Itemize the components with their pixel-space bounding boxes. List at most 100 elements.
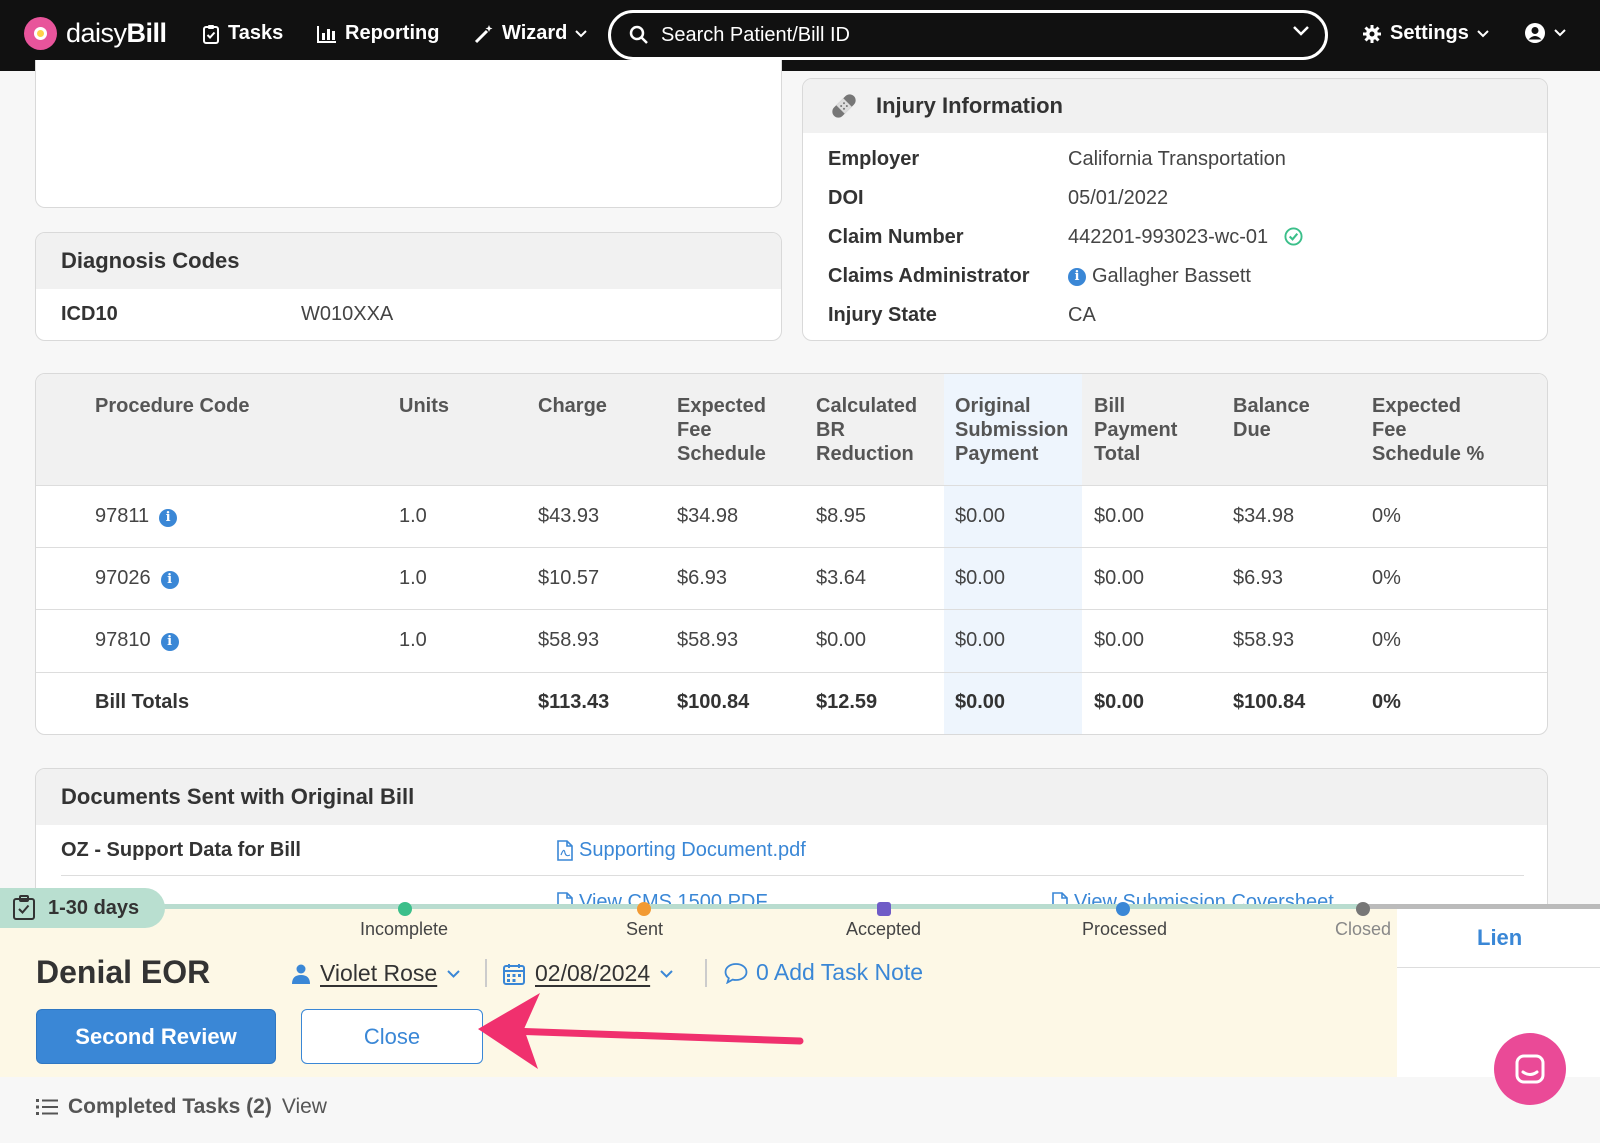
table-cell: $0.00 xyxy=(816,629,866,652)
procedure-code-cell: 97026 i xyxy=(95,567,179,590)
column-header-line: Units xyxy=(399,395,449,417)
column-header-line: Charge xyxy=(538,395,607,417)
table-cell: $58.93 xyxy=(677,629,738,652)
table-cell: $0.00 xyxy=(1094,505,1144,528)
column-header: Expected Fee Schedule % xyxy=(1372,394,1484,466)
injury-card-header: Injury Information xyxy=(803,79,1547,133)
column-header-line: Fee xyxy=(1372,419,1407,441)
column-header: Balance Due xyxy=(1233,394,1310,442)
chat-launcher-button[interactable] xyxy=(1494,1033,1566,1105)
cell-text: 97811 xyxy=(95,505,150,527)
cell-text: $34.98 xyxy=(677,505,739,527)
row-divider xyxy=(36,609,1547,610)
table-cell: $34.98 xyxy=(1233,505,1294,528)
table-cell: $0.00 xyxy=(955,567,1005,590)
column-header-line: Expected xyxy=(677,395,766,417)
magic-wand-icon xyxy=(474,24,493,43)
completed-tasks-view-link[interactable]: View xyxy=(282,1095,327,1119)
column-header-line: Payment xyxy=(955,443,1039,465)
clipboard-check-icon xyxy=(203,24,219,44)
nav-reporting[interactable]: Reporting xyxy=(317,22,439,45)
row-divider xyxy=(36,672,1547,673)
table-cell: $58.93 xyxy=(538,629,599,652)
table-cell: 1.0 xyxy=(399,629,427,652)
totals-cell: $0.00 xyxy=(955,691,1006,713)
partial-card xyxy=(35,60,782,208)
column-header: Procedure Code xyxy=(95,394,249,418)
documents-card-header: Documents Sent with Original Bill xyxy=(36,769,1547,825)
cell-text: $58.93 xyxy=(538,629,600,651)
table-cell: 0% xyxy=(1372,629,1401,652)
user-menu[interactable] xyxy=(1524,22,1566,44)
column-header-line: Submission xyxy=(955,419,1069,441)
separator xyxy=(705,959,707,987)
cell-text: $0.00 xyxy=(955,505,1006,527)
chevron-down-icon xyxy=(1554,29,1566,37)
chat-icon xyxy=(1515,1054,1545,1084)
table-header-bg xyxy=(36,374,1547,485)
task-age-label: 1-30 days xyxy=(48,896,140,919)
table-cell: $0.00 xyxy=(1094,567,1144,590)
totals-cell: $0.00 xyxy=(1094,691,1145,713)
row-divider xyxy=(36,547,1547,548)
column-header-line: Expected xyxy=(1372,395,1461,417)
daisybill-logo[interactable]: daisyBill xyxy=(24,17,167,50)
info-icon[interactable]: i xyxy=(160,571,179,589)
table-cell: 0% xyxy=(1372,505,1401,528)
column-header-line: Fee xyxy=(677,419,712,441)
due-date-picker[interactable]: 02/08/2024 xyxy=(503,960,673,987)
cell-text: $34.98 xyxy=(1233,505,1295,527)
doi-label: DOI xyxy=(828,187,864,209)
column-header-line: Balance xyxy=(1233,395,1310,417)
column-header-line: Schedule % xyxy=(1372,443,1485,465)
assignee-dropdown[interactable]: Violet Rose xyxy=(292,960,460,987)
cell-text: $0.00 xyxy=(816,629,867,651)
search-input[interactable] xyxy=(661,23,1261,47)
claims-administrator-link[interactable]: i Gallagher Bassett xyxy=(1068,265,1251,288)
nav-settings[interactable]: Settings xyxy=(1362,22,1489,45)
claim-number-value: 442201-993023-wc-01 xyxy=(1068,226,1269,248)
info-icon[interactable]: i xyxy=(159,509,178,527)
step-accepted-label: Accepted xyxy=(846,919,922,939)
tab-lien[interactable]: Lien xyxy=(1477,925,1522,951)
diagnosis-card-header: Diagnosis Codes xyxy=(36,233,781,289)
annotation-arrow-icon xyxy=(478,993,804,1069)
cell-text: $43.93 xyxy=(538,505,600,527)
chevron-down-icon xyxy=(660,969,673,978)
pdf-file-icon xyxy=(557,840,573,861)
employer-value: California Transportation xyxy=(1068,148,1286,170)
verified-check-icon xyxy=(1284,227,1303,246)
claim-number-label: Claim Number xyxy=(828,226,964,248)
cell-text: $6.93 xyxy=(677,567,728,589)
nav-tasks-label: Tasks xyxy=(228,22,284,44)
step-incomplete-check-icon xyxy=(398,902,412,916)
cell-text: 1.0 xyxy=(399,629,427,651)
column-header: Expected Fee Schedule xyxy=(677,394,766,466)
row-divider xyxy=(61,875,1524,876)
table-cell: $0.00 xyxy=(955,505,1005,528)
injury-card-title: Injury Information xyxy=(876,93,1063,118)
step-closed-dot xyxy=(1356,902,1370,916)
supporting-document-link[interactable]: Supporting Document.pdf xyxy=(556,839,806,862)
close-button[interactable]: Close xyxy=(301,1009,483,1064)
step-accepted-check-icon xyxy=(877,902,891,916)
info-icon[interactable]: i xyxy=(160,633,179,651)
documents-card-title: Documents Sent with Original Bill xyxy=(61,784,415,809)
chevron-down-icon xyxy=(1477,29,1489,37)
search-bar[interactable] xyxy=(608,10,1328,60)
column-header-line: Bill xyxy=(1094,395,1126,417)
icd10-label: ICD10 xyxy=(61,303,118,325)
search-dropdown-chevron-icon[interactable] xyxy=(1293,26,1309,36)
add-task-note-label: 0 Add Task Note xyxy=(756,959,924,985)
daisy-flower-icon xyxy=(24,17,57,50)
nav-tasks[interactable]: Tasks xyxy=(202,22,283,45)
diagnosis-codes-card: Diagnosis Codes ICD10 W010XXA xyxy=(35,232,782,341)
second-review-button[interactable]: Second Review xyxy=(36,1009,276,1064)
cell-text: 0% xyxy=(1372,629,1401,651)
cell-text: 1.0 xyxy=(399,567,427,589)
calendar-icon xyxy=(503,963,525,985)
add-task-note-link[interactable]: 0 Add Task Note xyxy=(724,959,923,986)
completed-tasks: Completed Tasks (2) View xyxy=(36,1095,327,1119)
procedure-code-cell: 97811 i xyxy=(95,505,178,528)
nav-wizard[interactable]: Wizard xyxy=(474,22,588,45)
